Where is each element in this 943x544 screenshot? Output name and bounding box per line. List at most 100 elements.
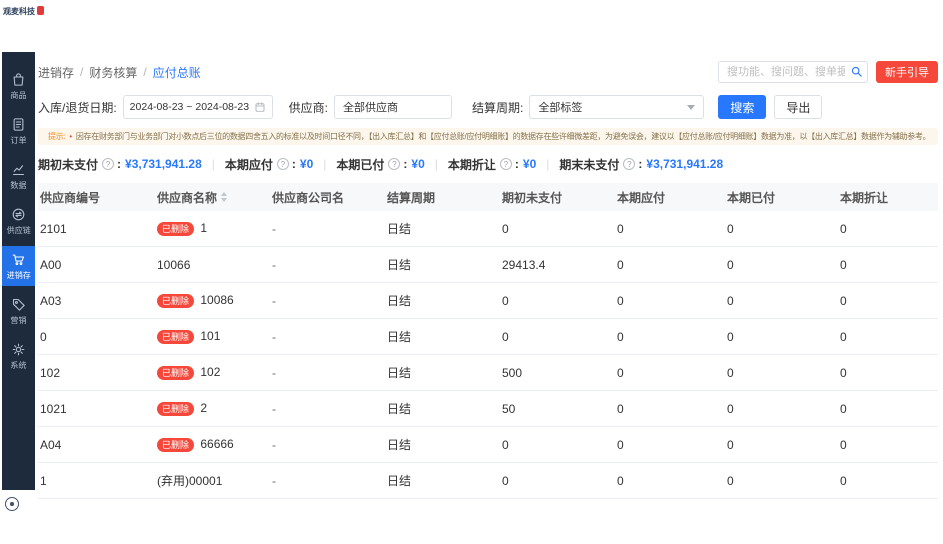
cell-period-discount: 0 [840,437,847,452]
supplier-name-text: 2 [200,400,208,415]
summary-value: ¥0 [522,157,537,171]
table-row[interactable]: A04 已删除 66666 - 日结 0 0 0 0 [38,427,938,463]
search-input[interactable] [718,61,868,83]
sidebar-item-label: 进销存 [6,269,31,280]
date-range-input[interactable]: 2024-08-23 ~ 2024-08-23 [122,95,273,119]
summary-colon: : [514,157,519,171]
summary-value: ¥0 [299,157,314,171]
cell-period-discount: 0 [840,401,847,416]
summary-label: 期末未支付 [559,157,620,172]
table-row[interactable]: A00 10066 - 日结 29413.4 0 0 0 [38,247,938,283]
breadcrumb-item: 应付总账 [152,65,201,80]
cell-settle-cycle: 日结 [387,294,412,308]
cell-settle-cycle: 日结 [387,438,412,452]
deleted-badge: 已删除 [157,402,195,417]
supplier-input[interactable] [334,95,453,119]
products-icon [11,72,26,87]
supplier-name-text: 102 [200,364,221,379]
cell-period-discount: 0 [840,221,847,236]
cell-period-paid: 0 [727,473,734,488]
summary-label: 本期应付 [224,157,273,172]
cell-period-discount: 0 [840,257,847,272]
chevron-down-icon [687,104,696,110]
sidebar-item-system[interactable]: 系统 [2,336,35,376]
summary-item: 期初未支付 : ¥3,731,941.28 | [38,156,225,173]
sidebar-item-label: 订单 [10,134,27,145]
cell-initial-unpaid: 0 [502,437,509,452]
hint-prefix: 提示: [48,132,66,141]
cell-initial-unpaid: 0 [502,329,509,344]
search-icon[interactable] [850,65,863,78]
info-icon[interactable] [499,158,512,170]
cell-period-paid: 0 [727,293,734,308]
float-widget-icon[interactable] [5,497,19,511]
sidebar-item-data[interactable]: 数据 [2,156,35,196]
summary-colon: : [117,157,122,171]
supplier-label: 供应商: [288,100,329,115]
info-icon[interactable] [102,158,115,170]
guide-button[interactable]: 新手引导 [876,61,938,83]
cell-supplier-code: A03 [40,293,62,308]
table-row[interactable]: 0 已删除 101 - 日结 0 0 0 0 [38,319,938,355]
info-icon[interactable] [276,158,289,170]
cell-period-paid: 0 [727,257,734,272]
info-icon[interactable] [623,158,636,170]
summary-item: 本期应付 : ¥0 | [225,156,337,173]
sidebar-item-label: 商品 [10,89,27,100]
column-header-label: 供应商名称 [157,190,218,205]
cell-supplier-name: (弃用)00001 [155,472,270,489]
cell-settle-cycle: 日结 [387,222,412,236]
search-button[interactable]: 搜索 [718,95,767,119]
cell-period-payable: 0 [617,401,624,416]
supplier-name-text: 101 [200,328,221,343]
system-icon [11,342,26,357]
cell-supplier-name: 10066 [155,258,270,272]
sidebar-item-inventory[interactable]: 进销存 [2,246,35,286]
cell-period-discount: 0 [840,329,847,344]
filters-bar: 入库/退货日期: 2024-08-23 ~ 2024-08-23 供应商: 结算… [38,94,938,120]
summary-colon: : [291,157,296,171]
cell-settle-cycle: 日结 [387,402,412,416]
cell-company-name: - [272,329,276,344]
table-row[interactable]: 1021 已删除 2 - 日结 50 0 0 0 [38,391,938,427]
info-icon[interactable] [388,158,401,170]
cell-period-discount: 0 [840,293,847,308]
sort-icon[interactable] [221,192,228,202]
cell-company-name: - [272,221,276,236]
column-header-6: 本期应付 [615,189,725,206]
table-row[interactable]: A03 已删除 10086 - 日结 0 0 0 0 [38,283,938,319]
brand-badge-icon [37,6,44,15]
summary-value: ¥3,731,941.28 [646,157,724,171]
cell-period-payable: 0 [617,221,624,236]
summary-item: 本期折让 : ¥0 | [448,156,560,173]
global-search[interactable] [718,61,868,83]
cell-supplier-code: A04 [40,437,62,452]
breadcrumb-item[interactable]: 进销存 [38,64,74,81]
cell-period-payable: 0 [617,365,624,380]
marketing-icon [11,297,26,312]
data-icon [11,162,26,177]
sidebar-item-label: 供应链 [6,224,31,235]
cell-initial-unpaid: 0 [502,293,509,308]
column-header-8: 本期折让 [838,189,938,206]
breadcrumb-item[interactable]: 财务核算 [89,64,137,81]
table-row[interactable]: 102 已删除 102 - 日结 500 0 0 0 [38,355,938,391]
table-body: 2101 已删除 1 - 日结 0 0 0 0 A00 10066 - 日结 2… [38,211,938,499]
supplier-name-text: 10066 [157,257,191,272]
cell-period-payable: 0 [617,293,624,308]
sidebar-item-label: 数据 [10,179,27,190]
table-row[interactable]: 1 (弃用)00001 - 日结 0 0 0 0 [38,463,938,499]
summary-label: 本期已付 [336,157,385,172]
sidebar-item-orders[interactable]: 订单 [2,111,35,151]
cycle-label: 结算周期: [472,100,524,115]
table-row[interactable]: 2101 已删除 1 - 日结 0 0 0 0 [38,211,938,247]
sidebar-item-products[interactable]: 商品 [2,66,35,106]
sidebar: 商品 订单 数据 供应链 进销存 营销 系统 [2,52,35,490]
export-button[interactable]: 导出 [774,95,823,119]
calendar-icon [254,101,266,113]
hint-bullet-icon: • [69,132,72,141]
cycle-select[interactable]: 全部标签 [529,95,705,119]
sidebar-item-marketing[interactable]: 营销 [2,291,35,331]
sidebar-item-supply-chain[interactable]: 供应链 [2,201,35,241]
column-header-label: 本期已付 [727,190,776,205]
